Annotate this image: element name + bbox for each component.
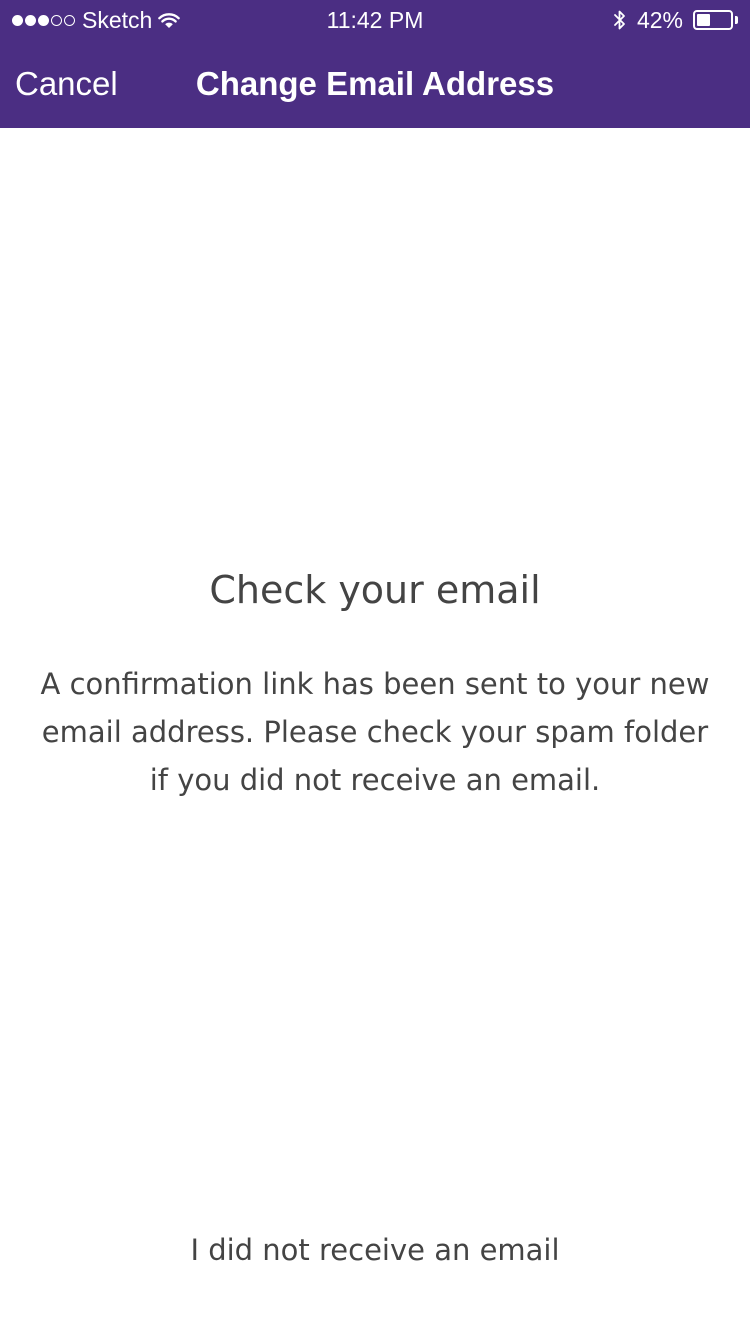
did-not-receive-email-button[interactable]: I did not receive an email [0,1226,750,1274]
navigation-bar: Change Email Address Cancel [0,40,750,128]
check-email-heading: Check your email [209,568,541,612]
cancel-button[interactable]: Cancel [15,40,118,128]
status-bar: Sketch 11:42 PM 42% [0,0,750,40]
battery-percentage: 42% [636,6,683,33]
battery-terminal [735,16,738,24]
confirmation-message: A confirmation link has been sent to you… [40,667,710,797]
battery-icon [693,10,733,30]
bluetooth-icon [613,9,627,31]
battery-fill [697,14,710,26]
top-bar: Sketch 11:42 PM 42% Change Email Address… [0,0,750,128]
status-right: 42% [613,6,738,34]
